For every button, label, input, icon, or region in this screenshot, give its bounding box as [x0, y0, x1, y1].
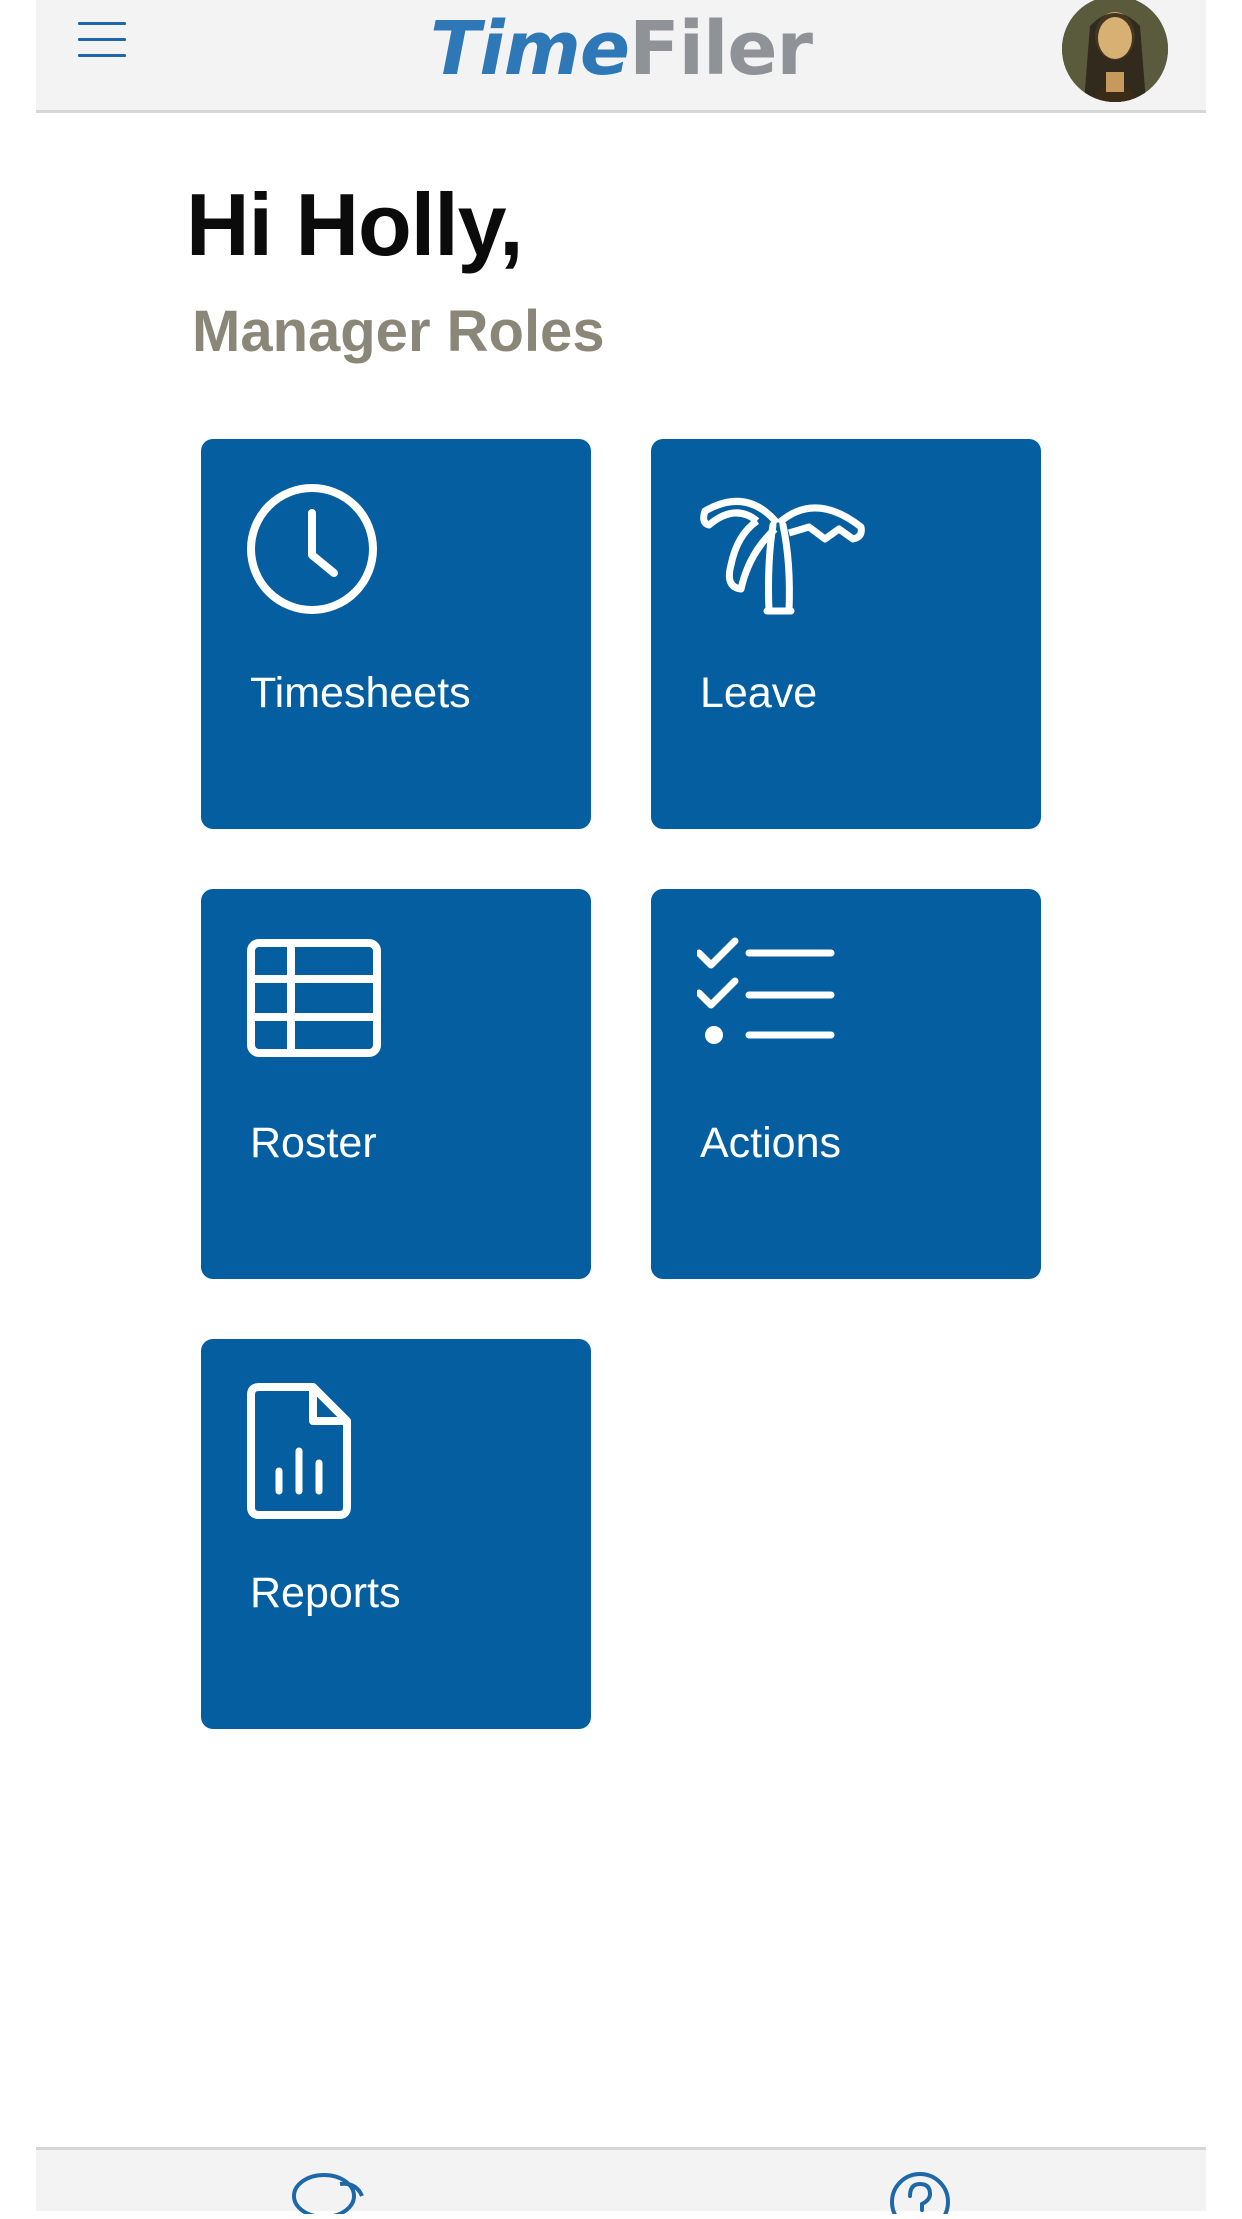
chat-bubbles-glyph [292, 2173, 364, 2219]
palm-tree-icon [700, 497, 865, 615]
logo-part-time: Time [429, 6, 630, 92]
top-header: TimeFiler [36, 0, 1206, 113]
app-frame: TimeFiler Hi Holly, Manager Roles Timesh… [36, 0, 1206, 2219]
tile-label-reports: Reports [250, 1569, 401, 1617]
app-logo: TimeFiler [36, 4, 1206, 94]
tile-timesheets[interactable]: Timesheets [201, 439, 591, 829]
user-avatar[interactable] [1062, 0, 1168, 102]
tile-label-roster: Roster [250, 1119, 377, 1167]
help-circle-icon[interactable] [880, 2170, 960, 2219]
logo-part-filer: Filer [629, 6, 813, 92]
report-document-icon [247, 1383, 351, 1519]
tile-label-actions: Actions [700, 1119, 842, 1167]
tile-leave[interactable]: Leave [651, 439, 1041, 829]
tile-label-leave: Leave [700, 669, 818, 717]
tile-roster[interactable]: Roster [201, 889, 591, 1279]
tile-actions[interactable]: Actions [651, 889, 1041, 1279]
avatar-portrait-icon [1062, 0, 1168, 102]
chat-bubbles-icon[interactable] [290, 2170, 370, 2219]
tile-reports[interactable]: Reports [201, 1339, 591, 1729]
greeting-title: Hi Holly, [186, 175, 524, 274]
bottom-footer [36, 2147, 1206, 2219]
help-circle-glyph [890, 2172, 950, 2219]
tile-label-timesheets: Timesheets [250, 669, 471, 717]
section-subtitle: Manager Roles [192, 299, 605, 364]
table-grid-icon [247, 939, 381, 1057]
clock-icon [247, 484, 377, 614]
checklist-icon [697, 937, 835, 1044]
